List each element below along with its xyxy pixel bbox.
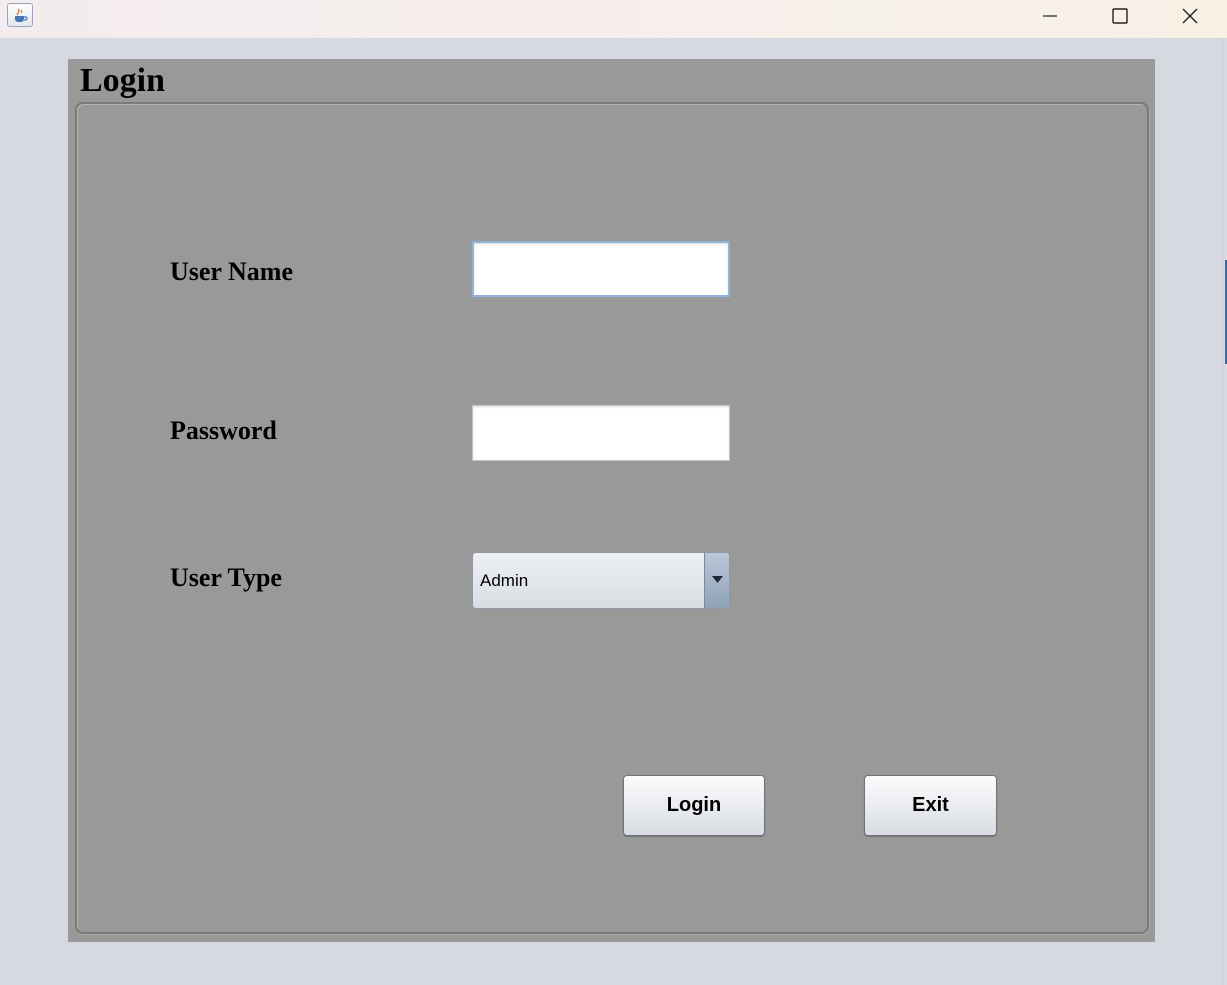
page-title: Login	[80, 62, 166, 99]
password-label: Password	[170, 416, 277, 445]
close-icon	[1182, 8, 1198, 24]
title-bar[interactable]	[0, 0, 1227, 38]
java-cup-icon[interactable]	[7, 3, 33, 27]
login-button[interactable]: Login	[623, 775, 765, 836]
usertype-select[interactable]: Admin	[472, 552, 730, 609]
usertype-dropdown-button[interactable]	[704, 553, 729, 608]
exit-button[interactable]: Exit	[864, 775, 997, 836]
maximize-button[interactable]	[1086, 0, 1154, 32]
username-input[interactable]	[472, 241, 730, 297]
usertype-label: User Type	[170, 563, 282, 592]
usertype-selected-value: Admin	[480, 571, 529, 590]
window-edge	[1222, 38, 1227, 985]
application-window: Login User Name Password User Type Admin…	[0, 0, 1227, 985]
password-input[interactable]	[472, 405, 730, 461]
maximize-icon	[1112, 8, 1128, 24]
minimize-icon	[1043, 15, 1057, 17]
chevron-down-icon	[712, 576, 723, 583]
minimize-button[interactable]	[1016, 0, 1084, 32]
username-label: User Name	[170, 257, 293, 286]
close-button[interactable]	[1156, 0, 1224, 32]
